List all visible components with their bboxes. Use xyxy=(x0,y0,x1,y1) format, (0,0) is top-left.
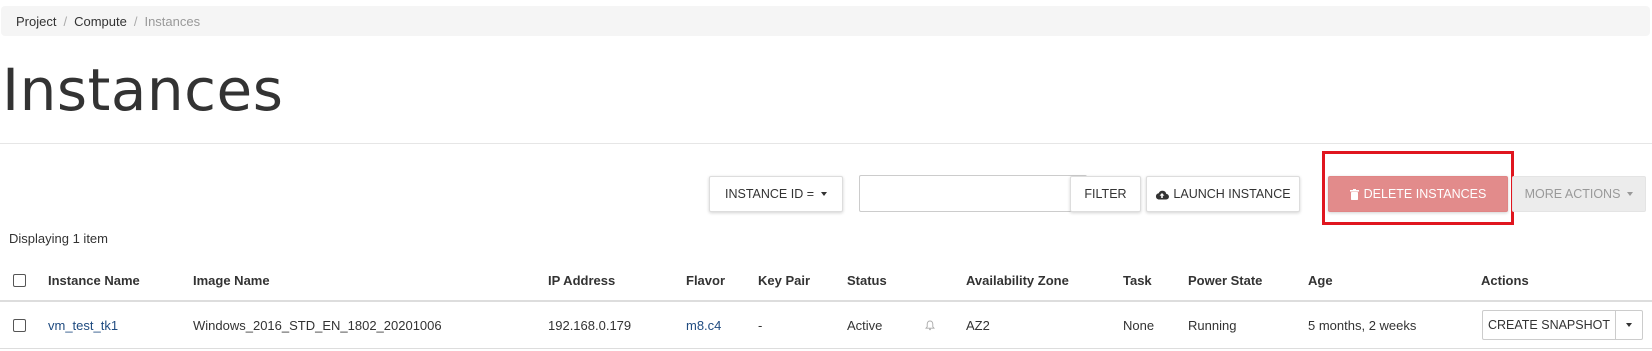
breadcrumb-separator: / xyxy=(63,13,68,29)
caret-down-icon xyxy=(1627,192,1634,196)
launch-instance-label: LAUNCH INSTANCE xyxy=(1173,187,1291,201)
page-title: Instances xyxy=(2,56,284,124)
launch-instance-button[interactable]: LAUNCH INSTANCE xyxy=(1146,176,1300,212)
table-row: vm_test_tk1 Windows_2016_STD_EN_1802_202… xyxy=(0,302,1652,349)
instance-name-cell: vm_test_tk1 xyxy=(48,302,118,348)
filter-button-label: FILTER xyxy=(1084,187,1127,201)
breadcrumb-separator: / xyxy=(133,13,138,29)
column-header[interactable]: Availability Zone xyxy=(966,260,1069,300)
bell-icon-cell xyxy=(925,302,935,348)
column-header[interactable]: Age xyxy=(1308,260,1333,300)
more-actions-button[interactable]: MORE ACTIONS xyxy=(1512,176,1646,212)
image-name-cell: Windows_2016_STD_EN_1802_20201006 xyxy=(193,317,442,333)
age-cell: 5 months, 2 weeks xyxy=(1308,317,1417,333)
item-count: Displaying 1 item xyxy=(9,231,108,246)
search-input[interactable] xyxy=(859,175,1087,212)
column-header: Actions xyxy=(1481,272,1529,288)
select-all-cell xyxy=(13,260,26,300)
bell-icon[interactable] xyxy=(925,320,935,331)
column-header[interactable]: Key Pair xyxy=(758,260,810,300)
instances-table: Instance Name Image Name IP Address Flav… xyxy=(0,260,1652,349)
highlight-box xyxy=(1322,151,1514,225)
column-header[interactable]: Instance Name xyxy=(48,260,140,300)
column-header[interactable]: Power State xyxy=(1188,260,1262,300)
availability-zone-cell: AZ2 xyxy=(966,317,990,333)
flavor-link[interactable]: m8.c4 xyxy=(686,318,721,333)
task-cell: None xyxy=(1123,317,1155,333)
column-header[interactable]: Flavor xyxy=(686,260,725,300)
divider xyxy=(0,143,1652,144)
column-header[interactable]: Image Name xyxy=(193,260,270,300)
status-cell: Active xyxy=(847,317,883,333)
ip-address-cell: 192.168.0.179 xyxy=(548,317,632,333)
caret-down-icon xyxy=(1626,323,1632,327)
create-snapshot-button[interactable]: CREATE SNAPSHOT xyxy=(1483,311,1616,339)
table-header: Instance Name Image Name IP Address Flav… xyxy=(0,260,1652,302)
caret-down-icon xyxy=(821,192,828,196)
filter-button[interactable]: FILTER xyxy=(1070,176,1141,212)
column-header[interactable]: Task xyxy=(1123,260,1152,300)
breadcrumb-instances: Instances xyxy=(144,13,201,29)
flavor-cell: m8.c4 xyxy=(686,302,721,348)
row-select-cell xyxy=(13,302,26,348)
filter-field-label: INSTANCE ID = xyxy=(724,187,815,201)
select-all-checkbox[interactable] xyxy=(13,273,26,287)
breadcrumb: Project / Compute / Instances xyxy=(1,6,1650,36)
row-checkbox[interactable] xyxy=(13,318,26,332)
row-actions-dropdown[interactable] xyxy=(1616,311,1642,339)
column-header[interactable]: IP Address xyxy=(548,260,615,300)
instance-name-link[interactable]: vm_test_tk1 xyxy=(48,318,118,333)
power-state-cell: Running xyxy=(1188,317,1237,333)
filter-field-dropdown[interactable]: INSTANCE ID = xyxy=(709,176,843,212)
more-actions-label: MORE ACTIONS xyxy=(1524,187,1621,201)
breadcrumb-project[interactable]: Project xyxy=(16,14,56,29)
column-header[interactable]: Status xyxy=(847,260,887,300)
create-snapshot-button-group: CREATE SNAPSHOT xyxy=(1482,310,1643,340)
cloud-upload-icon xyxy=(1156,190,1170,200)
key-pair-cell: - xyxy=(758,317,763,333)
breadcrumb-compute[interactable]: Compute xyxy=(74,14,127,29)
